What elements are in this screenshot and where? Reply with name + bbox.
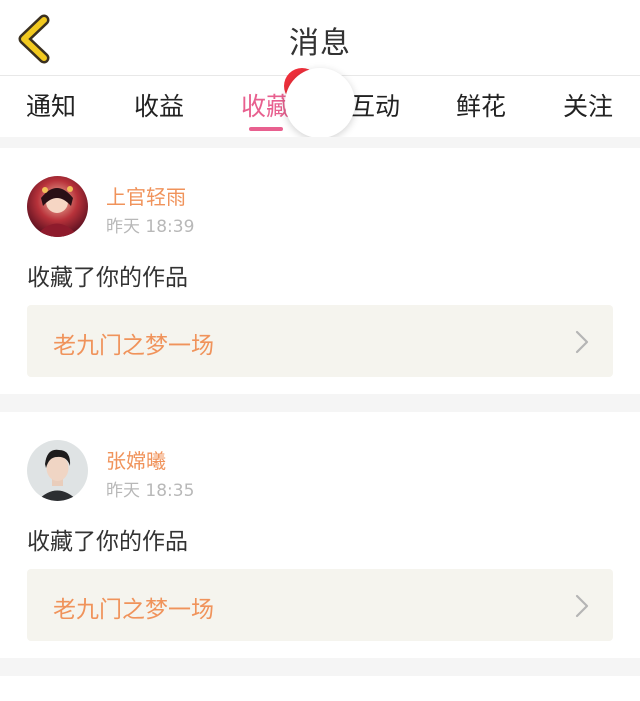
tab-notifications[interactable]: 通知 bbox=[26, 87, 76, 123]
avatar-image bbox=[27, 176, 88, 237]
notification-card: 张嫦曦 昨天 18:35 收藏了你的作品 老九门之梦一场 bbox=[0, 412, 640, 658]
section-divider bbox=[0, 137, 640, 148]
timestamp: 昨天 18:35 bbox=[106, 481, 195, 501]
section-divider bbox=[0, 394, 640, 412]
username[interactable]: 张嫦曦 bbox=[106, 445, 166, 474]
floating-action-button[interactable] bbox=[285, 68, 355, 138]
tab-flowers[interactable]: 鲜花 bbox=[456, 87, 506, 123]
action-text: 收藏了你的作品 bbox=[27, 529, 188, 555]
tab-favorites[interactable]: 收藏 bbox=[241, 87, 291, 123]
active-tab-indicator bbox=[249, 127, 283, 131]
avatar[interactable] bbox=[27, 176, 88, 237]
avatar-image bbox=[27, 440, 88, 501]
timestamp: 昨天 18:39 bbox=[106, 217, 195, 237]
chevron-right-icon bbox=[575, 594, 589, 618]
action-text: 收藏了你的作品 bbox=[27, 265, 188, 291]
page-title: 消息 bbox=[289, 26, 351, 61]
work-title: 老九门之梦一场 bbox=[53, 333, 214, 359]
work-link[interactable]: 老九门之梦一场 bbox=[27, 569, 613, 641]
header-bar: 消息 bbox=[0, 0, 640, 76]
chevron-right-icon bbox=[575, 330, 589, 354]
tab-earnings[interactable]: 收益 bbox=[134, 87, 184, 123]
tab-interactions[interactable]: 互动 bbox=[350, 87, 400, 123]
work-title: 老九门之梦一场 bbox=[53, 597, 214, 623]
tab-following[interactable]: 关注 bbox=[563, 87, 613, 123]
work-link[interactable]: 老九门之梦一场 bbox=[27, 305, 613, 377]
section-divider bbox=[0, 658, 640, 676]
notification-card: 上官轻雨 昨天 18:39 收藏了你的作品 老九门之梦一场 bbox=[0, 148, 640, 394]
username[interactable]: 上官轻雨 bbox=[106, 181, 186, 210]
avatar[interactable] bbox=[27, 440, 88, 501]
